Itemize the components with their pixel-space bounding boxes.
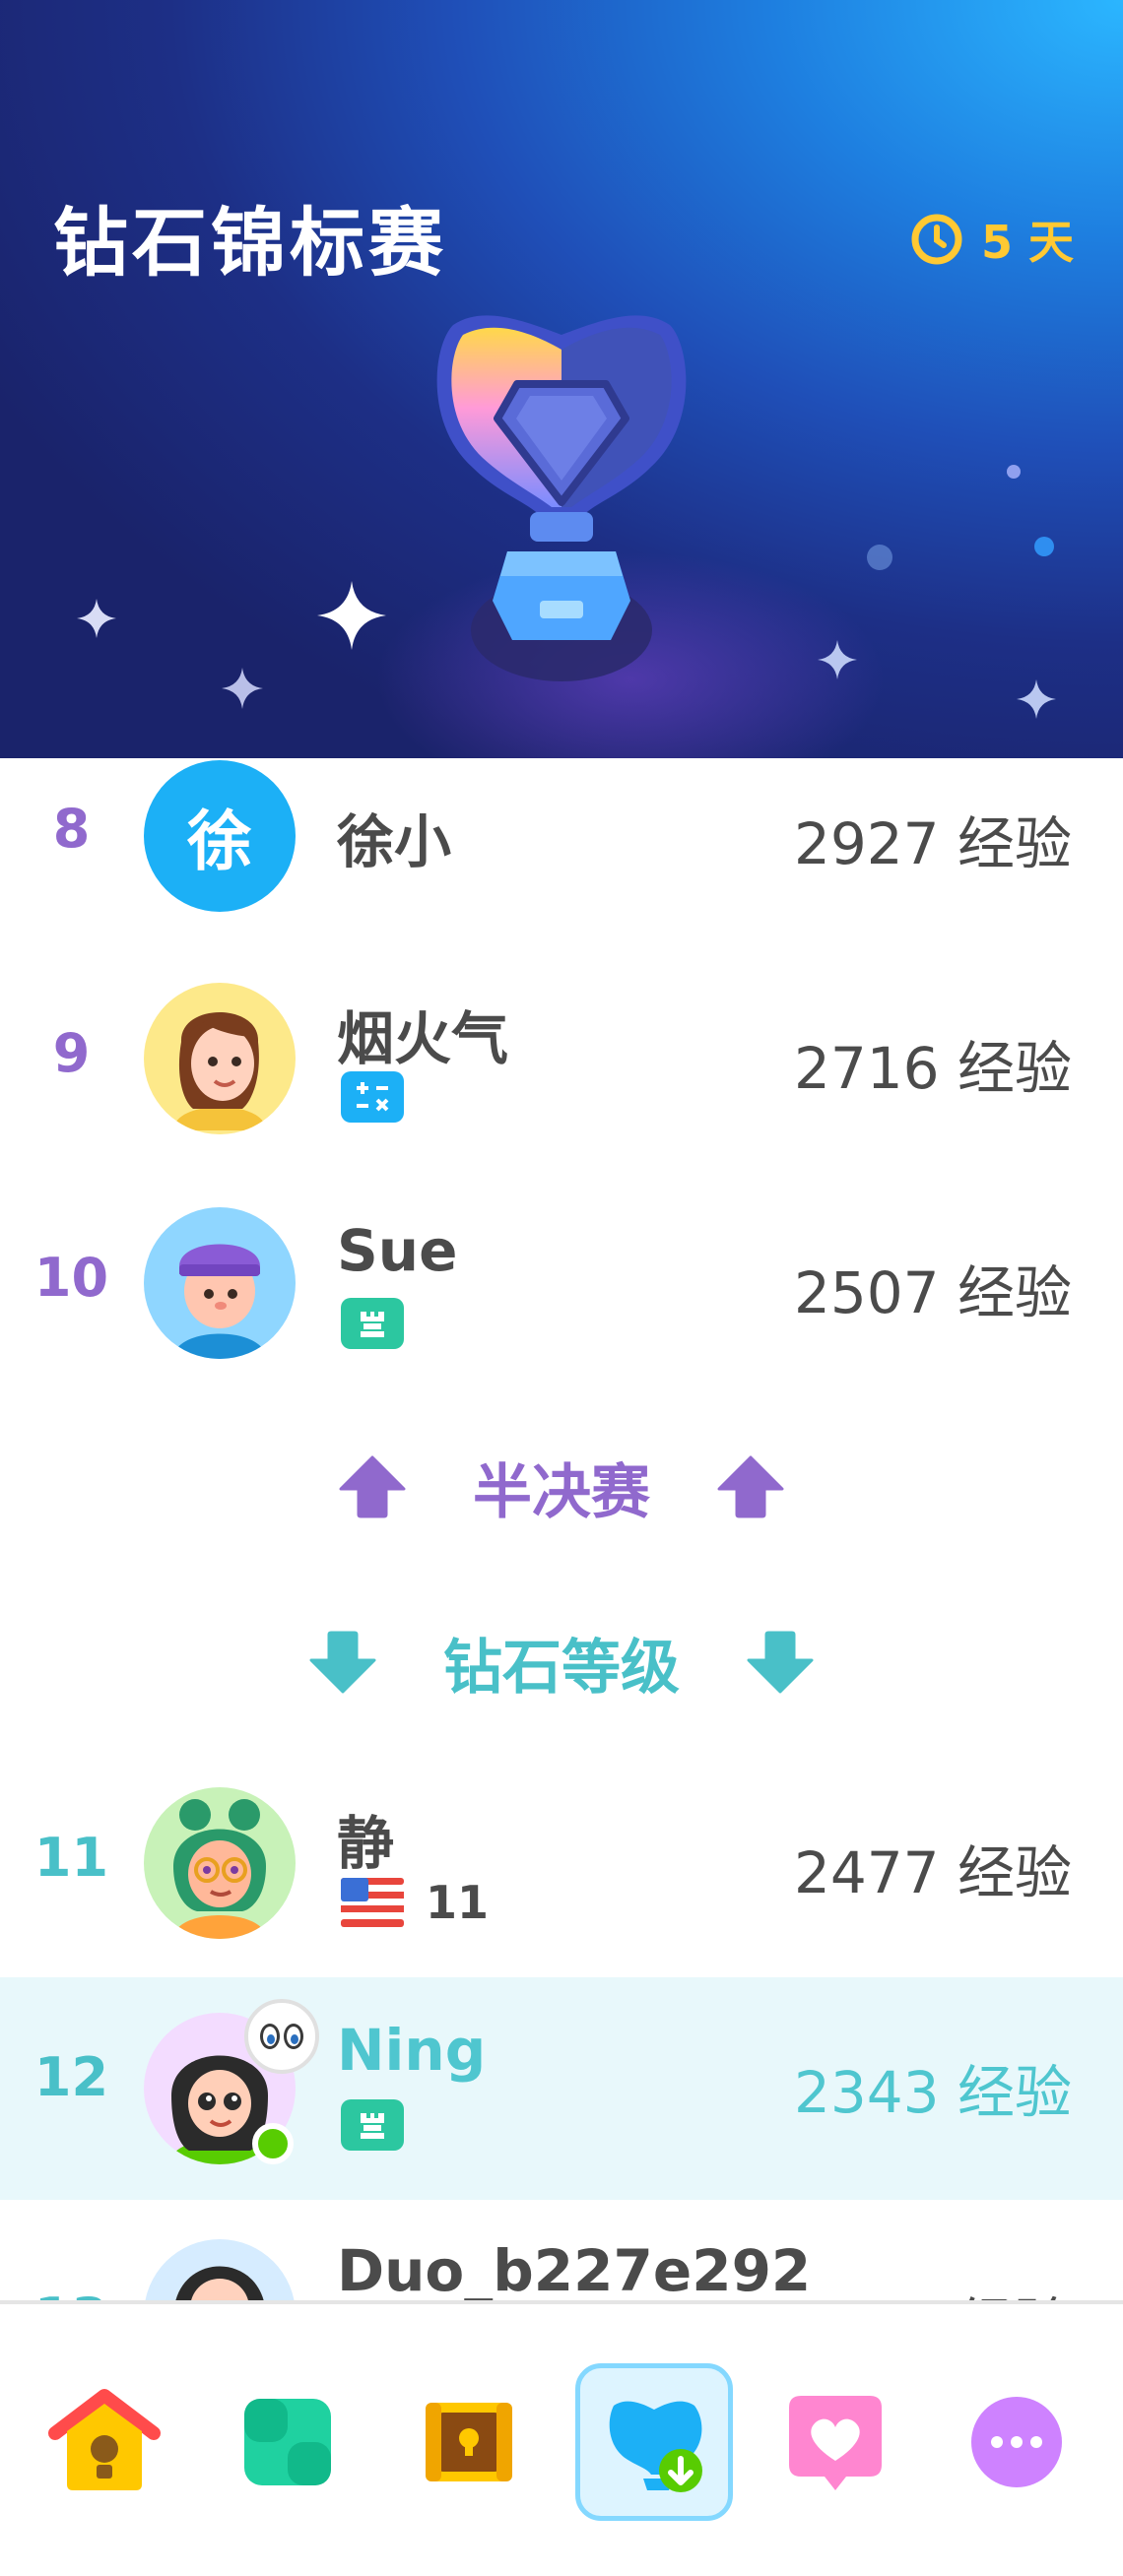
avatar-letter: 徐: [187, 804, 252, 879]
nav-quests[interactable]: [390, 2363, 548, 2521]
xp-value: 2716 经验: [793, 1035, 1072, 1102]
course-badge-group: [341, 1298, 404, 1349]
xp-value: 2507 经验: [793, 1259, 1072, 1326]
leagues-icon: [609, 2401, 702, 2492]
demotion-zone-label: 钻石等级: [443, 1633, 680, 1703]
arrow-down-icon: [309, 1631, 376, 1694]
online-status-dot: [252, 2123, 294, 2164]
timer-text: 5 天: [980, 216, 1074, 269]
leaderboard-row[interactable]: 10 Sue 2507 经验: [0, 1207, 1123, 1432]
user-name: Sue: [337, 1217, 458, 1284]
xp-value: 2477 经验: [793, 1839, 1072, 1906]
leaderboard-row[interactable]: 9 烟火气 2716 经验: [0, 983, 1123, 1207]
sparkle-icon: [77, 599, 116, 638]
league-header: 钻石锦标赛 5 天: [0, 0, 1123, 758]
league-timer: 5 天: [910, 207, 1074, 272]
user-name: Ning: [337, 2017, 487, 2084]
sparkle-icon: [222, 668, 263, 709]
user-name: 烟火气: [337, 1005, 509, 1072]
arrow-down-icon: [747, 1631, 814, 1694]
math-course-icon: [341, 1071, 404, 1123]
rank-number: 11: [33, 1827, 109, 1889]
more-icon: [971, 2397, 1062, 2487]
arrow-up-icon: [339, 1455, 406, 1518]
practice-icon: [244, 2399, 331, 2485]
rank-number: 9: [52, 1022, 91, 1084]
chess-course-icon: [341, 2099, 404, 2151]
bottom-nav: [0, 2300, 1123, 2576]
page-title: 钻石锦标赛: [53, 199, 447, 287]
demotion-zone-divider: 钻石等级: [0, 1618, 1123, 1707]
sparkle-icon: [317, 581, 386, 650]
course-count: 11: [426, 1876, 490, 1929]
rank-number: 10: [33, 1247, 109, 1309]
us-flag-icon: [341, 1878, 404, 1927]
clock-icon: [911, 214, 962, 265]
rank-number: 12: [33, 2046, 109, 2108]
nav-friends[interactable]: [757, 2363, 914, 2521]
home-icon: [48, 2389, 161, 2490]
nav-more[interactable]: [938, 2363, 1095, 2521]
avatar[interactable]: [144, 983, 296, 1134]
xp-value: 1547 经验: [794, 2279, 1072, 2300]
promotion-zone-label: 半决赛: [473, 1457, 650, 1527]
avatar[interactable]: 徐: [144, 760, 296, 912]
user-name: Duo_b227e292: [337, 2237, 812, 2300]
course-badge-group: 11: [341, 1876, 489, 1929]
promotion-zone-divider: 半决赛: [0, 1443, 1123, 1531]
nav-leagues[interactable]: [575, 2363, 733, 2521]
sparkle-icon: [818, 640, 857, 679]
course-badge-group: [341, 2099, 404, 2151]
heart-icon: [789, 2396, 882, 2490]
eyes-reaction-icon: [244, 1999, 319, 2074]
rank-number: 8: [52, 798, 91, 860]
diamond-trophy-icon: [436, 315, 687, 681]
sparkle-icon: [1017, 679, 1056, 719]
nav-practice[interactable]: [209, 2363, 366, 2521]
leaderboard-row[interactable]: 8 徐 徐小 2927 经验: [0, 758, 1123, 983]
avatar[interactable]: [144, 1207, 296, 1359]
xp-value: 2343 经验: [793, 2059, 1072, 2126]
rank-number: 13: [0, 2286, 143, 2300]
leaderboard-screen: 钻石锦标赛 5 天 8 徐 徐小 2927 经验 9 烟火气 2716 经验 1…: [0, 0, 1123, 2576]
arrow-up-icon: [717, 1455, 784, 1518]
nav-home[interactable]: [26, 2363, 183, 2521]
avatar[interactable]: [144, 2239, 296, 2300]
user-name: 静: [337, 1810, 395, 1877]
leaderboard-row[interactable]: 13 Duo_b227e292 1547 经验: [0, 2200, 1123, 2300]
course-badge-group: [341, 1071, 404, 1123]
xp-value: 2927 经验: [793, 810, 1072, 877]
user-name: 徐小: [337, 808, 452, 875]
chess-course-icon: [341, 1298, 404, 1349]
avatar[interactable]: [144, 1787, 296, 1939]
chest-icon: [426, 2403, 512, 2481]
leaderboard-row-current-user[interactable]: 12 Ning 2343 经验: [0, 1977, 1123, 2200]
